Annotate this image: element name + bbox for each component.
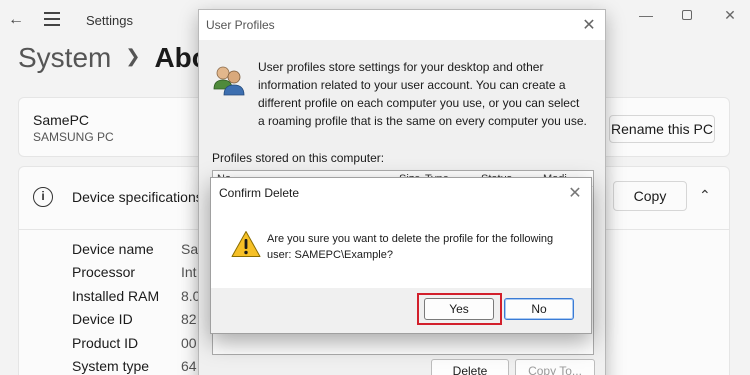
chevron-up-icon[interactable]: ⌃ — [699, 187, 711, 204]
confirm-delete-dialog: Confirm Delete ✕ Are you sure you want t… — [210, 177, 592, 334]
spec-value: Int — [181, 264, 197, 280]
spec-value: 64 — [181, 358, 197, 374]
back-arrow-icon[interactable]: ← — [6, 10, 26, 30]
spec-label: Processor — [72, 264, 136, 280]
users-icon — [213, 66, 245, 96]
profiles-list-label: Profiles stored on this computer: — [212, 151, 385, 165]
rename-pc-button[interactable]: Rename this PC — [609, 115, 715, 143]
maximize-icon[interactable] — [677, 7, 697, 23]
hamburger-menu-icon[interactable] — [44, 12, 60, 26]
delete-profile-button[interactable]: Delete — [431, 359, 509, 375]
close-icon[interactable]: ✕ — [720, 7, 740, 24]
spec-value: 82 — [181, 311, 197, 327]
confirm-delete-body: Are you sure you want to delete the prof… — [211, 208, 591, 288]
pc-name: SamePC — [33, 112, 90, 128]
warning-icon — [231, 231, 261, 257]
close-icon[interactable]: ✕ — [579, 15, 599, 35]
close-icon[interactable]: ✕ — [565, 183, 585, 203]
confirm-delete-title: Confirm Delete — [219, 186, 300, 200]
pc-model: SAMSUNG PC — [33, 130, 114, 144]
confirm-delete-titlebar: Confirm Delete ✕ — [211, 178, 591, 208]
spec-label: Device ID — [72, 311, 133, 327]
user-profiles-titlebar: User Profiles ✕ — [199, 10, 605, 40]
device-specifications-title: Device specifications — [72, 189, 203, 205]
info-icon: i — [33, 187, 53, 207]
confirm-delete-message: Are you sure you want to delete the prof… — [267, 233, 554, 261]
spec-label: Installed RAM — [72, 288, 160, 304]
breadcrumb-system[interactable]: System — [18, 42, 111, 73]
minimize-icon[interactable]: — — [636, 7, 656, 23]
chevron-right-icon: ❯ — [125, 46, 141, 66]
no-button[interactable]: No — [504, 298, 574, 320]
user-profiles-title: User Profiles — [206, 18, 275, 32]
app-title: Settings — [86, 13, 133, 28]
spec-value: Sa — [181, 241, 199, 257]
spec-label: System type — [72, 358, 150, 374]
yes-button[interactable]: Yes — [424, 298, 494, 320]
breadcrumb: System ❯ Abou — [18, 42, 226, 74]
copy-to-button[interactable]: Copy To... — [515, 359, 595, 375]
copy-specs-button[interactable]: Copy — [613, 181, 687, 211]
spec-value: 00 — [181, 335, 197, 351]
user-profiles-description: User profiles store settings for your de… — [258, 60, 587, 128]
spec-label: Product ID — [72, 335, 139, 351]
spec-label: Device name — [72, 241, 154, 257]
